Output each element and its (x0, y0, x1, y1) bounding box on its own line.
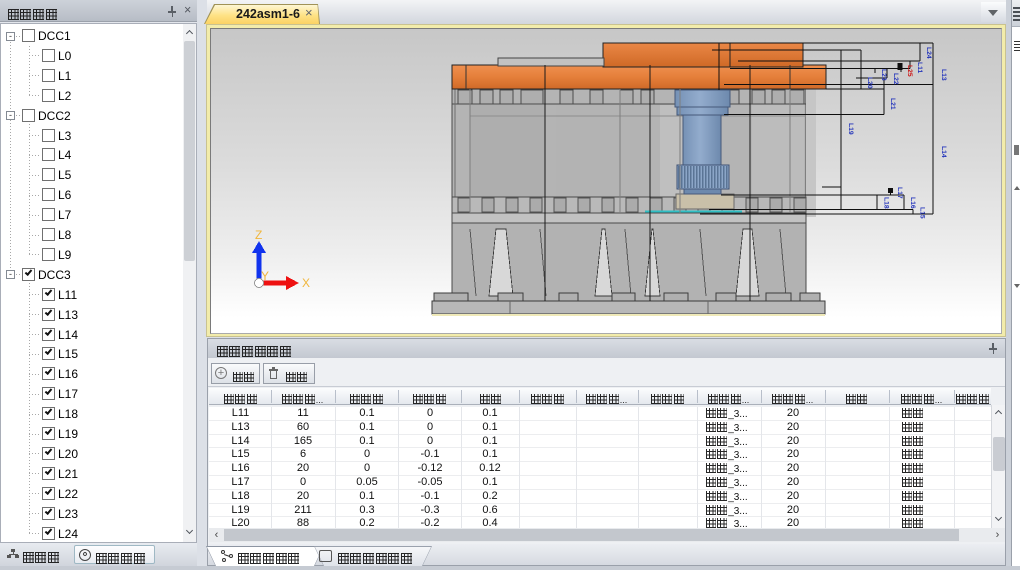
svg-text:L24: L24 (925, 47, 932, 59)
svg-text:L19: L19 (847, 123, 854, 135)
svg-text:Z: Z (255, 228, 262, 242)
svg-text:L15: L15 (919, 207, 926, 219)
svg-text:L25: L25 (906, 65, 913, 77)
svg-text:L18: L18 (883, 197, 890, 209)
svg-text:L20: L20 (866, 77, 873, 89)
svg-text:L14: L14 (940, 146, 947, 158)
svg-text:L21: L21 (889, 98, 896, 110)
svg-text:Y: Y (261, 269, 269, 283)
svg-text:L22: L22 (892, 73, 899, 85)
svg-text:L17: L17 (896, 187, 903, 199)
svg-text:L23: L23 (880, 69, 887, 81)
svg-text:L16: L16 (909, 197, 916, 209)
svg-text:X: X (302, 276, 310, 290)
svg-text:L11: L11 (916, 62, 923, 74)
svg-text:L13: L13 (940, 69, 947, 81)
